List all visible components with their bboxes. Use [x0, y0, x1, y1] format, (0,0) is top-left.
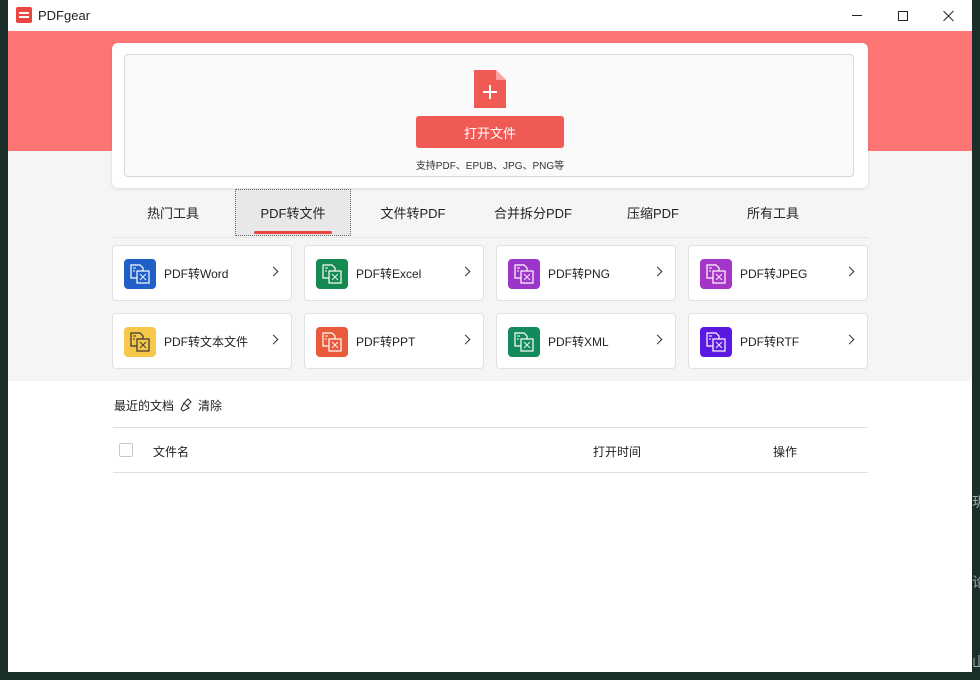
tool-tabs: 热门工具 PDF转文件 文件转PDF 合并拆分PDF 压缩PDF 所有工具	[113, 188, 869, 238]
tool-label: PDF转PPT	[356, 335, 416, 349]
recent-table-header: 文件名 打开时间 操作	[113, 427, 868, 473]
jpeg-icon	[700, 259, 732, 289]
chevron-right-icon	[460, 334, 471, 345]
tool-pdf-to-xml[interactable]: PDF转XML	[496, 313, 676, 369]
recent-documents-label: 最近的文档	[114, 399, 175, 413]
open-file-button[interactable]: 打开文件	[416, 116, 564, 148]
tool-pdf-to-text[interactable]: PDF转文本文件	[112, 313, 292, 369]
clear-recent-button[interactable]: 清除	[180, 396, 222, 414]
clear-label: 清除	[198, 398, 223, 413]
xml-icon	[508, 327, 540, 357]
chevron-right-icon	[460, 266, 471, 277]
close-icon	[943, 10, 955, 22]
tool-pdf-to-excel[interactable]: PDF转Excel	[304, 245, 484, 301]
maximize-button[interactable]	[880, 0, 926, 31]
tab-hot-tools[interactable]: 热门工具	[113, 189, 233, 236]
pdfgear-logo-icon	[16, 7, 32, 23]
column-file-name: 文件名	[153, 445, 190, 459]
tab-label: 文件转PDF	[380, 206, 446, 221]
supported-formats-text: 支持PDF、EPUB、JPG、PNG等	[415, 161, 565, 172]
tab-label: 压缩PDF	[626, 206, 679, 221]
ppt-icon	[316, 327, 348, 357]
tool-label: PDF转PNG	[548, 267, 611, 281]
tool-label: PDF转Word	[164, 267, 229, 281]
chevron-right-icon	[268, 266, 279, 277]
tool-pdf-to-ppt[interactable]: PDF转PPT	[304, 313, 484, 369]
title-bar: PDFgear	[8, 0, 972, 31]
column-action: 操作	[773, 445, 798, 459]
close-button[interactable]	[926, 0, 972, 31]
minimize-icon	[852, 15, 862, 16]
tool-label: PDF转Excel	[356, 267, 422, 281]
text-icon	[124, 327, 156, 357]
app-title: PDFgear	[38, 8, 91, 23]
tab-compress-pdf[interactable]: 压缩PDF	[593, 189, 713, 236]
background-text-fragment: 玥	[972, 494, 980, 510]
rtf-icon	[700, 327, 732, 357]
tab-label: 热门工具	[146, 206, 199, 221]
tool-pdf-to-jpeg[interactable]: PDF转JPEG	[688, 245, 868, 301]
background-text-fragment: 论	[972, 574, 980, 590]
select-all-checkbox[interactable]	[119, 443, 133, 457]
pdfgear-window: PDFgear 打开文件 支持PDF、EPUB、JPG、PNG等 热门工具 PD…	[8, 0, 972, 672]
minimize-button[interactable]	[834, 0, 880, 31]
chevron-right-icon	[268, 334, 279, 345]
tool-label: PDF转RTF	[740, 335, 800, 349]
chevron-right-icon	[844, 266, 855, 277]
tool-pdf-to-png[interactable]: PDF转PNG	[496, 245, 676, 301]
file-plus-icon[interactable]	[474, 70, 506, 108]
tab-label: 所有工具	[746, 206, 799, 221]
tab-all-tools[interactable]: 所有工具	[713, 189, 833, 236]
tool-pdf-to-rtf[interactable]: PDF转RTF	[688, 313, 868, 369]
tab-merge-split-pdf[interactable]: 合并拆分PDF	[473, 189, 593, 236]
tab-file-to-pdf[interactable]: 文件转PDF	[353, 189, 473, 236]
png-icon	[508, 259, 540, 289]
tool-label: PDF转XML	[548, 335, 609, 349]
tool-label: PDF转JPEG	[740, 267, 808, 281]
column-open-time: 打开时间	[593, 445, 642, 459]
chevron-right-icon	[652, 334, 663, 345]
chevron-right-icon	[652, 266, 663, 277]
tab-label: PDF转文件	[260, 206, 326, 221]
broom-icon	[180, 398, 192, 412]
maximize-icon	[898, 10, 908, 21]
chevron-right-icon	[844, 334, 855, 345]
tool-label: PDF转文本文件	[164, 335, 249, 349]
active-tab-indicator	[254, 231, 332, 234]
background-text-fragment: 山	[972, 654, 980, 670]
tool-pdf-to-word[interactable]: PDF转Word	[112, 245, 292, 301]
tab-label: 合并拆分PDF	[493, 206, 572, 221]
tab-pdf-to-file[interactable]: PDF转文件	[235, 189, 351, 236]
word-icon	[124, 259, 156, 289]
excel-icon	[316, 259, 348, 289]
